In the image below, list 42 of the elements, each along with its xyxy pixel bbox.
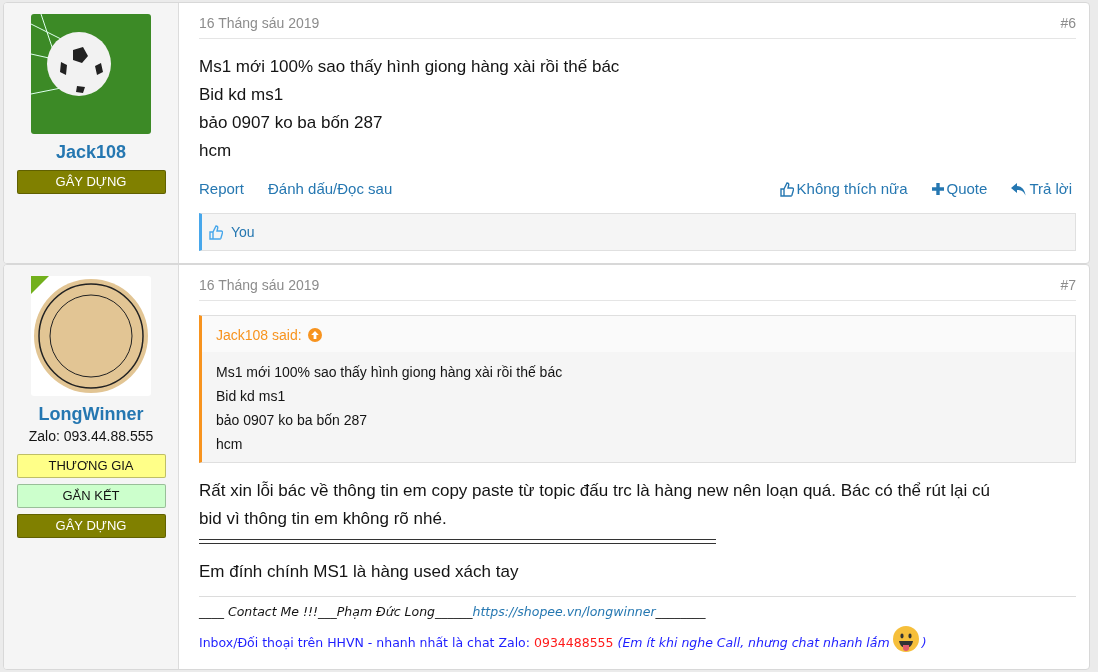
thumbs-up-icon bbox=[779, 181, 794, 197]
post-action-link[interactable]: Đánh dấu/Đọc sau bbox=[268, 179, 397, 199]
post-action-link[interactable]: Report bbox=[199, 179, 249, 199]
post-action-link[interactable]: Trả lời bbox=[1011, 179, 1076, 199]
post-text-line: bảo 0907 ko ba bốn 287 bbox=[199, 112, 384, 134]
post-text-line: Rất xin lỗi bác về thông tin em copy paste từ topic đấu trc là hàng new nên loạn quá. Bác có thể rút lại cú bbox=[199, 480, 991, 502]
likes-text[interactable]: You bbox=[231, 224, 255, 240]
post-date[interactable]: 16 Tháng sáu 2019 bbox=[199, 14, 320, 32]
shop-link[interactable]: https://shopee.vn/longwinner bbox=[472, 603, 656, 621]
post-text-line: Ms1 mới 100% sao thấy hình giong hàng xài rồi thế bác bbox=[199, 56, 621, 78]
post-text-line: bid vì thông tin em không rõ nhé. bbox=[199, 508, 448, 530]
quote-text-line: hcm bbox=[216, 435, 244, 454]
user-title-banner: GẮN KẾT bbox=[16, 484, 166, 508]
post-number-link[interactable]: #6 bbox=[1060, 14, 1076, 32]
post-text-line: Bid kd ms1 bbox=[199, 84, 285, 106]
tongue-emoji-icon bbox=[892, 626, 919, 652]
post-number-link[interactable]: #7 bbox=[1060, 276, 1076, 294]
post-action-link[interactable]: Quote bbox=[931, 179, 992, 199]
quote-text-line: bảo 0907 ko ba bốn 287 bbox=[216, 411, 369, 430]
plus-icon bbox=[931, 183, 944, 195]
quote-text-line: Ms1 mới 100% sao thấy hình giong hàng xài rồi thế bác bbox=[216, 363, 564, 382]
post-action-link[interactable]: Không thích nữa bbox=[779, 179, 912, 199]
post-text-line: Em đính chính MS1 là hàng used xách tay bbox=[199, 561, 520, 583]
quote-attribution: Jack108 said: bbox=[216, 327, 302, 343]
signature-note: (Em ít khi nghe Call, nhưng chat nhanh lắm bbox=[617, 634, 890, 652]
reply-icon bbox=[1011, 182, 1027, 196]
user-note: Zalo: 093.44.88.555 bbox=[28, 427, 154, 446]
post-text-line: hcm bbox=[199, 140, 233, 162]
user-title-banner: THƯƠNG GIA bbox=[16, 454, 166, 478]
signature-text: Inbox/Đối thoại trên HHVN - nhanh nhất là chat Zalo: bbox=[199, 634, 530, 652]
signature-note: ) bbox=[921, 634, 927, 652]
quote-text-line: Bid kd ms1 bbox=[216, 387, 287, 406]
username-link[interactable]: LongWinner bbox=[38, 402, 144, 426]
username-link[interactable]: Jack108 bbox=[55, 140, 127, 164]
user-title-banner: GÂY DỰNG bbox=[16, 170, 166, 194]
signature-text: ____ Contact Me !!!___Phạm Đức Long______ bbox=[199, 603, 473, 621]
user-title-banner: GÂY DỰNG bbox=[16, 514, 166, 538]
thumbs-up-icon bbox=[209, 224, 223, 240]
signature-text: ________ bbox=[655, 603, 706, 621]
post-date[interactable]: 16 Tháng sáu 2019 bbox=[199, 276, 320, 294]
arrow-up-circle-icon[interactable] bbox=[307, 328, 322, 342]
phone-number: 0934488555 bbox=[534, 634, 614, 652]
